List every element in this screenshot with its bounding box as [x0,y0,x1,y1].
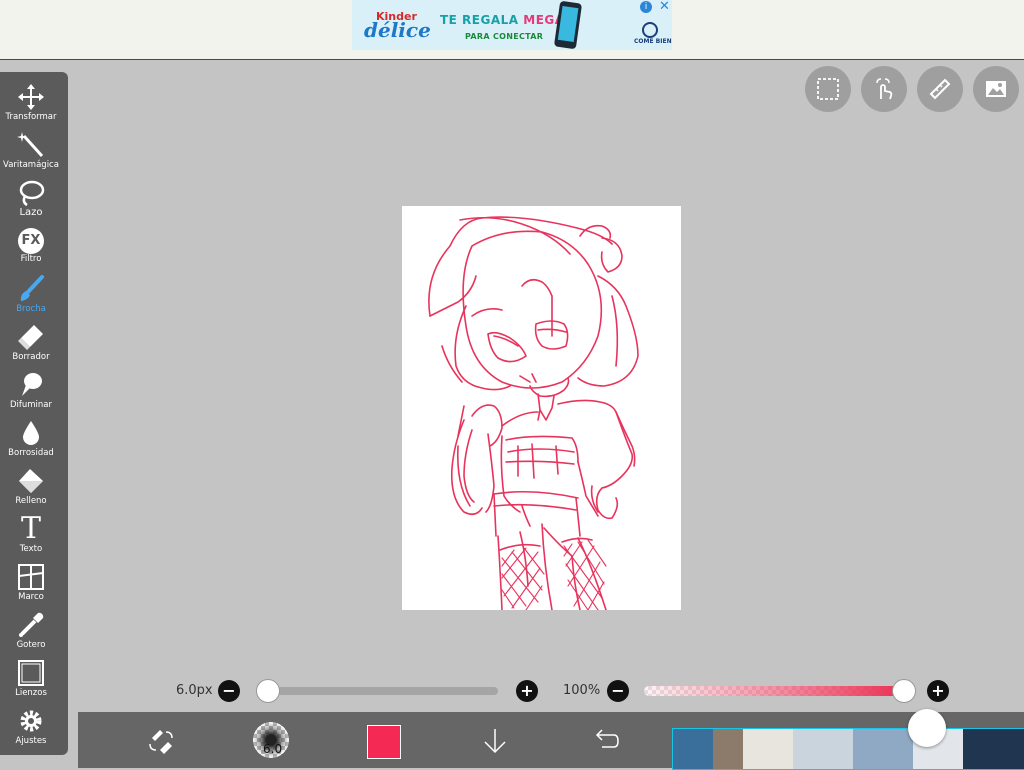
download-arrow-icon[interactable] [480,726,510,756]
top-bar: Kinder délice TE REGALA MEGAS PARA CONEC… [0,0,1024,60]
brush-icon [20,275,44,301]
ad-brand-large: délice [364,18,431,42]
tool-label: Filtro [20,254,42,264]
undo-icon[interactable] [590,726,620,756]
tool-label: Difuminar [9,400,53,410]
frame-icon [18,564,44,590]
ad-headline: TE REGALA MEGAS [440,13,574,27]
layer-handle[interactable] [908,709,946,747]
swap-tool-icon[interactable] [146,726,176,756]
size-increase-button[interactable]: + [516,680,538,702]
opacity-slider[interactable] [644,686,904,696]
ruler-icon [929,78,951,100]
ruler-button[interactable] [917,66,963,112]
lasso-icon [19,180,45,207]
thumbnail-image [713,729,743,769]
opacity-decrease-button[interactable]: − [607,680,629,702]
tool-label: Varitamágica [3,160,59,170]
touch-gesture-button[interactable] [861,66,907,112]
tool-label: Ajustes [15,736,47,746]
size-decrease-button[interactable]: − [218,680,240,702]
brush-preview-size: 6.0 [263,742,283,756]
text-icon: T [20,511,41,546]
tool-fill[interactable]: Relleno [0,464,62,510]
ad-close-icon[interactable]: ✕ [658,0,671,13]
tool-eyedropper[interactable]: Gotero [0,608,62,654]
ad-headline-pre: TE REGALA [440,13,524,27]
tool-frame[interactable]: Marco [0,560,62,606]
brush-size-thumb[interactable] [256,679,280,703]
opacity-thumb[interactable] [892,679,916,703]
ad-banner[interactable]: Kinder délice TE REGALA MEGAS PARA CONEC… [352,0,672,50]
tool-transform[interactable]: Transformar [0,80,62,126]
thumbnail-image [673,729,713,769]
tool-magic-wand[interactable]: Varitamágica [0,128,62,174]
move-icon [18,84,44,110]
image-icon [986,81,1006,97]
ad-subline: PARA CONECTAR [465,32,544,41]
tool-filter[interactable]: FX Filtro [0,224,62,270]
phone-image [553,0,583,50]
blur-drop-icon [23,421,39,445]
tool-label: Lazo [19,207,43,218]
thumbnail-image [853,729,913,769]
drawing-canvas[interactable] [402,206,681,611]
fill-bucket-icon [19,469,43,493]
tool-blur[interactable]: Borrosidad [0,416,62,462]
magic-wand-icon [17,132,44,158]
tool-eraser[interactable]: Borrador [0,320,62,366]
ad-sponsor: COME BIEN [634,38,672,45]
tool-label: Texto [19,544,43,554]
image-button[interactable] [973,66,1019,112]
thumbnail-image [963,729,1024,769]
tool-label: Marco [18,592,44,602]
touch-gesture-icon [876,78,893,100]
ad-info-icon[interactable]: i [640,1,652,13]
tool-label: Lienzos [15,688,47,698]
gear-icon [20,710,42,732]
sketch-drawing [428,216,639,611]
tool-label: Gotero [16,640,46,650]
canvas-icon [18,660,44,686]
fx-icon: FX [18,228,44,254]
tool-text[interactable]: T Texto [0,512,62,558]
selection-button[interactable] [805,66,851,112]
tool-smudge[interactable]: Difuminar [0,368,62,414]
tool-canvas[interactable]: Lienzos [0,656,62,702]
eraser-icon [18,325,43,350]
layer-thumbnail-strip[interactable] [672,728,1024,770]
tool-label: Relleno [15,496,47,506]
tool-label: Transformar [5,112,57,122]
thumbnail-image [793,729,853,769]
opacity-value: 100% [563,683,601,698]
sponsor-seal-icon [642,22,658,38]
selection-icon [817,78,839,100]
opacity-increase-button[interactable]: + [927,680,949,702]
tool-label: Borrosidad [8,448,54,458]
brush-preview-button[interactable]: 6.0 [253,722,289,758]
smudge-icon [22,373,42,396]
thumbnail-image [743,729,793,769]
brush-size-slider[interactable] [268,687,498,695]
tool-sidebar: Transformar Varitamágica Lazo FX Filtro … [0,72,68,755]
tool-lasso[interactable]: Lazo [0,176,62,222]
brush-size-value: 6.0px [176,683,213,698]
tool-settings[interactable]: Ajustes [0,704,62,750]
tool-label: Brocha [16,304,46,314]
color-swatch-button[interactable] [367,725,401,759]
tool-label: Borrador [12,352,50,362]
eyedropper-icon [19,612,44,637]
tool-brush[interactable]: Brocha [0,272,62,318]
